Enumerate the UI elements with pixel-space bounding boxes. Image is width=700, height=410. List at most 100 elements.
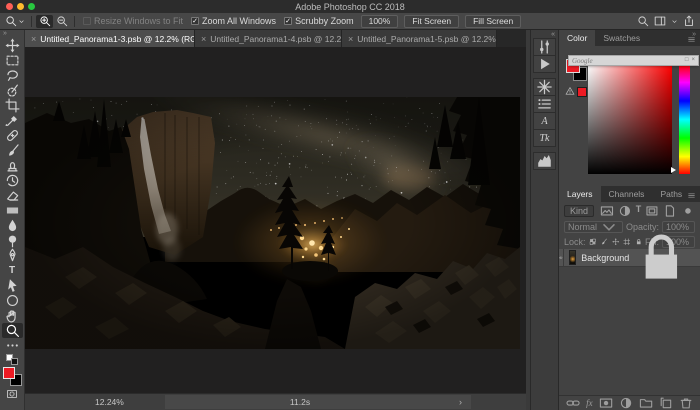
- saturation-brightness-field[interactable]: [588, 65, 672, 174]
- histogram-panel-icon[interactable]: [533, 152, 556, 170]
- filter-adjustment-layers-icon[interactable]: [618, 204, 632, 218]
- lock-position-icon[interactable]: [612, 238, 620, 246]
- 100--button[interactable]: 100%: [361, 15, 399, 28]
- pasteboard[interactable]: [25, 47, 526, 393]
- checkbox-box[interactable]: ✓: [284, 17, 292, 25]
- panel-menu-icon[interactable]: [687, 35, 696, 44]
- canvas-image[interactable]: [25, 97, 520, 349]
- panel-menu-icon[interactable]: [687, 191, 696, 200]
- spot-healing-brush-tool[interactable]: [2, 128, 23, 143]
- filter-shape-layers-icon[interactable]: [645, 204, 659, 218]
- gamut-color-cube[interactable]: [577, 87, 587, 97]
- dodge-tool[interactable]: [2, 233, 23, 248]
- document-status[interactable]: 11.2s ›: [165, 395, 471, 409]
- quick-mask-button[interactable]: [6, 388, 18, 400]
- tab-swatches[interactable]: Swatches: [595, 30, 648, 46]
- filter-smart-objects-icon[interactable]: [663, 204, 677, 218]
- layer-thumbnail[interactable]: [569, 250, 577, 265]
- checkbox-zoom-all-windows[interactable]: ✓Zoom All Windows: [191, 16, 276, 26]
- share-icon[interactable]: [683, 15, 695, 27]
- new-group-icon[interactable]: [639, 396, 653, 410]
- quick-selection-tool[interactable]: [2, 83, 23, 98]
- tab-layers[interactable]: Layers: [559, 186, 601, 202]
- link-layers-icon[interactable]: [566, 396, 580, 410]
- filter-pixel-layers-icon[interactable]: [600, 204, 614, 218]
- lock-transparency-icon[interactable]: [589, 238, 597, 246]
- document-tab[interactable]: × Untitled_Panorama1-5.psb @ 12.2% (ra…: [342, 30, 497, 47]
- layer-row-background[interactable]: Background: [559, 249, 700, 267]
- zoom-level-field[interactable]: 12.24%: [95, 394, 124, 410]
- google-overlay-window[interactable]: Google □ ×: [569, 56, 698, 65]
- close-tab-icon[interactable]: ×: [201, 34, 206, 44]
- delete-layer-icon[interactable]: [679, 396, 693, 410]
- document-tab[interactable]: ×Untitled_Panorama1-3.psb @ 12.2% (RGB/1…: [25, 30, 195, 47]
- filter-kind-dropdown[interactable]: Kind: [564, 205, 594, 217]
- eyedropper-tool[interactable]: [2, 113, 23, 128]
- paragraph-panel-icon[interactable]: [533, 95, 556, 113]
- eraser-tool[interactable]: [2, 188, 23, 203]
- status-chevron-icon[interactable]: ›: [459, 397, 462, 407]
- tab-title: Untitled_Panorama1-5.psb @ 12.2% (ra…: [357, 34, 497, 44]
- document-tab[interactable]: ×Untitled_Panorama1-4.psb @ 12.2% (La…: [195, 30, 342, 47]
- rectangular-marquee-tool[interactable]: [2, 53, 23, 68]
- path-selection-tool[interactable]: [2, 278, 23, 293]
- default-swap-colors-icon[interactable]: [6, 354, 19, 365]
- close-window-button[interactable]: [6, 3, 13, 10]
- gamut-warning-icon[interactable]: [565, 86, 575, 96]
- zoom-in-button[interactable]: [36, 15, 53, 28]
- clone-stamp-tool[interactable]: [2, 158, 23, 173]
- fit-screen-button[interactable]: Fit Screen: [404, 15, 459, 28]
- tab-color[interactable]: Color: [559, 30, 595, 46]
- checkbox-box[interactable]: ✓: [191, 17, 199, 25]
- foreground-color-swatch[interactable]: [3, 367, 15, 379]
- checkbox-scrubby-zoom[interactable]: ✓Scrubby Zoom: [284, 16, 354, 26]
- checkbox-label: Zoom All Windows: [202, 16, 276, 26]
- type-tool[interactable]: T: [2, 263, 23, 278]
- new-layer-icon[interactable]: [659, 396, 673, 410]
- ellipse-tool[interactable]: [2, 293, 23, 308]
- close-tab-icon[interactable]: ×: [348, 34, 353, 44]
- active-tool-preview[interactable]: [5, 15, 25, 27]
- gradient-tool[interactable]: [2, 203, 23, 218]
- zoom-window-button[interactable]: [28, 3, 35, 10]
- lasso-tool[interactable]: [2, 68, 23, 83]
- layer-style-icon[interactable]: fx: [586, 398, 593, 408]
- workspace-chevron-icon[interactable]: [671, 18, 678, 25]
- fill-screen-button[interactable]: Fill Screen: [465, 15, 521, 28]
- lock-paint-icon[interactable]: [600, 238, 608, 246]
- blur-tool[interactable]: [2, 218, 23, 233]
- overlay-minimize-icon[interactable]: □: [685, 56, 689, 65]
- divider: [74, 16, 75, 27]
- hue-slider[interactable]: [679, 65, 690, 174]
- search-icon[interactable]: [637, 15, 649, 27]
- filter-type-layers-icon[interactable]: T: [636, 204, 642, 218]
- new-adjustment-layer-icon[interactable]: [619, 396, 633, 410]
- tab-channels[interactable]: Channels: [601, 186, 653, 202]
- blend-mode-dropdown[interactable]: Normal: [564, 221, 623, 233]
- close-tab-icon[interactable]: ×: [31, 34, 36, 44]
- edit-toolbar-icon[interactable]: [2, 338, 23, 353]
- zoom-tool[interactable]: [2, 323, 23, 338]
- filter-toggle-icon[interactable]: [681, 204, 695, 218]
- overlay-close-icon[interactable]: ×: [691, 56, 695, 65]
- minimize-window-button[interactable]: [17, 3, 24, 10]
- brush-tool[interactable]: [2, 143, 23, 158]
- move-tool[interactable]: [2, 38, 23, 53]
- crop-tool[interactable]: [2, 98, 23, 113]
- tab-paths[interactable]: Paths: [652, 186, 690, 202]
- glyphs-panel-icon[interactable]: A: [533, 112, 556, 130]
- actions-panel-icon[interactable]: [533, 55, 556, 73]
- styles-panel-icon[interactable]: [533, 78, 556, 96]
- pen-tool[interactable]: [2, 248, 23, 263]
- hand-tool[interactable]: [2, 308, 23, 323]
- toolbar-expand-icon[interactable]: »: [3, 30, 7, 38]
- history-brush-tool[interactable]: [2, 173, 23, 188]
- adjustments-panel-icon[interactable]: [533, 38, 556, 56]
- layer-visibility-toggle[interactable]: [559, 249, 564, 266]
- zoom-out-button[interactable]: [53, 15, 70, 28]
- macos-window-buttons: [6, 3, 35, 10]
- workspace-icon[interactable]: [654, 15, 666, 27]
- character-panel-icon[interactable]: Tk: [533, 129, 556, 147]
- status-timing: 11.2s: [290, 397, 310, 407]
- add-mask-icon[interactable]: [599, 396, 613, 410]
